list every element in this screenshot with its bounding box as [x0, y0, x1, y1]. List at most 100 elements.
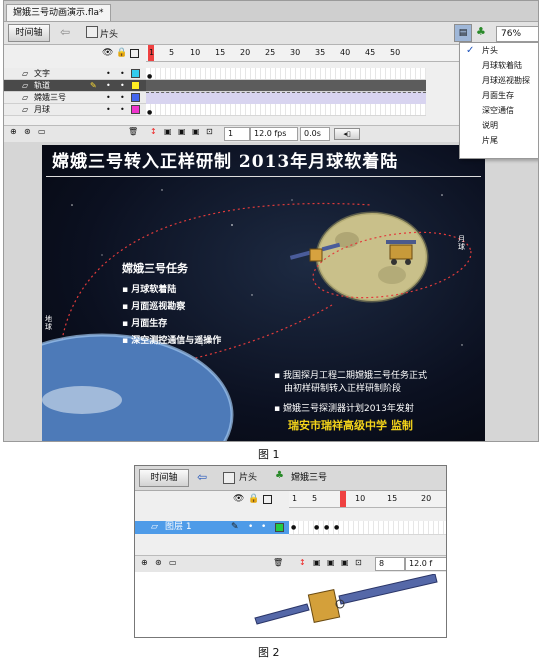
- trash-icon[interactable]: 🗑: [128, 127, 138, 136]
- keyframe-dot[interactable]: ●: [147, 73, 152, 80]
- back-arrow-icon[interactable]: ⇦: [197, 470, 207, 484]
- ruler-number: 45: [365, 48, 376, 57]
- ruler-number: 25: [265, 48, 276, 57]
- layer-row[interactable]: ▱ 嫦娥三号 • •: [4, 92, 146, 104]
- timeline-toggle-button[interactable]: 时间轴: [139, 469, 189, 487]
- checkmark-icon: ✓: [466, 45, 475, 56]
- pencil-icon: ✎: [90, 81, 97, 90]
- layer-name[interactable]: 文字: [34, 68, 50, 79]
- timeline-status-bar: ⊕ ⊛ ▭ 🗑 ↕ ▣ ▣ ▣ ⊡ 8 12.0 f: [135, 555, 446, 572]
- layer-color-swatch[interactable]: [131, 69, 140, 78]
- lock-icon[interactable]: 🔒: [248, 494, 259, 504]
- edit-scene-icon[interactable]: ▤: [454, 24, 472, 42]
- menu-item-scene[interactable]: 月面生存: [460, 88, 538, 103]
- scene-label[interactable]: 片头: [100, 27, 118, 40]
- add-guide-icon[interactable]: ⊛: [155, 558, 162, 567]
- fps-field[interactable]: 12.0 fps: [250, 127, 298, 141]
- trash-icon[interactable]: 🗑: [273, 558, 283, 567]
- ruler-number: 40: [340, 48, 351, 57]
- menu-item-scene[interactable]: 说明: [460, 118, 538, 133]
- current-frame-field: 1: [224, 127, 250, 141]
- layer-row-selected[interactable]: ▱ 图层 1 ✎ • •: [135, 521, 289, 534]
- layer-row[interactable]: ▱ 文字 • •: [4, 68, 146, 80]
- lock-dot[interactable]: •: [120, 80, 125, 91]
- add-layer-icon[interactable]: ⊕: [10, 127, 17, 136]
- modify-markers-icon[interactable]: ⊡: [206, 127, 213, 136]
- layer-row[interactable]: ▱ 月球 • •: [4, 104, 146, 116]
- edit-multiple-frames-icon[interactable]: ▣: [341, 558, 349, 567]
- edit-symbols-icon[interactable]: ♣: [476, 25, 486, 38]
- visibility-dot[interactable]: •: [106, 80, 111, 91]
- scroll-left-icon[interactable]: ◂▯: [334, 128, 360, 140]
- menu-item-scene[interactable]: 片尾: [460, 133, 538, 148]
- eye-icon[interactable]: 👁: [233, 494, 244, 504]
- outline-icon[interactable]: [130, 49, 139, 58]
- layer-color-swatch[interactable]: [131, 81, 140, 90]
- document-tab[interactable]: 嫦娥三号动画演示.fla*: [6, 4, 111, 21]
- zoom-field[interactable]: 76%: [496, 26, 538, 42]
- onion-skin-icon[interactable]: ▣: [313, 558, 321, 567]
- lock-dot[interactable]: •: [120, 92, 125, 103]
- visibility-dot[interactable]: •: [106, 68, 111, 79]
- frame-strip[interactable]: ● ● ● ●: [289, 521, 446, 535]
- keyframe-dot[interactable]: ●: [314, 524, 319, 531]
- back-arrow-icon[interactable]: ⇦: [60, 25, 70, 39]
- layer-color-swatch[interactable]: [275, 523, 284, 532]
- symbol-breadcrumb[interactable]: 嫦娥三号: [291, 470, 327, 486]
- timeline-toggle-button[interactable]: 时间轴: [8, 24, 50, 42]
- menu-item-scene[interactable]: 月球软着陆: [460, 58, 538, 73]
- lock-dot[interactable]: •: [120, 104, 125, 115]
- keyframe-dot[interactable]: ●: [324, 524, 329, 531]
- add-layer-icon[interactable]: ⊕: [141, 558, 148, 567]
- current-frame-field: 8: [375, 557, 405, 571]
- layer-name[interactable]: 轨道: [34, 80, 50, 91]
- fps-field[interactable]: 12.0 f: [405, 557, 446, 571]
- keyframe-dot[interactable]: ●: [334, 524, 339, 531]
- menu-item-scene[interactable]: 深空通信: [460, 103, 538, 118]
- lock-dot[interactable]: •: [261, 521, 266, 534]
- layer-color-swatch[interactable]: [131, 105, 140, 114]
- layer-name[interactable]: 嫦娥三号: [34, 92, 66, 103]
- task-heading: 嫦娥三号任务: [122, 262, 188, 275]
- onion-outline-icon[interactable]: ▣: [178, 127, 186, 136]
- edit-multiple-frames-icon[interactable]: ▣: [192, 127, 200, 136]
- add-folder-icon[interactable]: ▭: [169, 558, 177, 567]
- figure-caption: 图 2: [258, 646, 280, 659]
- moon-crater: [378, 266, 406, 284]
- onion-skin-icon[interactable]: ▣: [164, 127, 172, 136]
- add-guide-icon[interactable]: ⊛: [24, 127, 31, 136]
- keyframe-dot[interactable]: ●: [291, 524, 296, 531]
- layer-name[interactable]: 图层 1: [165, 521, 192, 534]
- frame-strip[interactable]: [146, 68, 426, 80]
- visibility-dot[interactable]: •: [248, 521, 253, 534]
- layer-row-selected[interactable]: ▱ 轨道 ✎ • •: [4, 80, 146, 92]
- onion-outline-icon[interactable]: ▣: [327, 558, 335, 567]
- task-item: ▪ 深空测控通信与遥操作: [122, 336, 222, 346]
- graphic-symbol-icon: ♣: [275, 470, 284, 481]
- center-frame-icon[interactable]: ↕: [299, 558, 306, 567]
- ruler-number: 1: [149, 48, 155, 57]
- visibility-dot[interactable]: •: [106, 104, 111, 115]
- lock-dot[interactable]: •: [120, 68, 125, 79]
- layer-icon: ▱: [151, 522, 158, 532]
- edit-bar: 时间轴 ⇦ 片头 ▤ ♣ 76%: [4, 22, 538, 45]
- playhead[interactable]: [340, 491, 346, 507]
- document-tab-bar: 嫦娥三号动画演示.fla*: [4, 1, 538, 22]
- layer-color-swatch[interactable]: [131, 93, 140, 102]
- ruler-number: 30: [290, 48, 301, 57]
- center-frame-icon[interactable]: ↕: [150, 127, 157, 136]
- layer-name[interactable]: 月球: [34, 104, 50, 115]
- keyframe-dot[interactable]: ●: [147, 109, 152, 116]
- visibility-dot[interactable]: •: [106, 92, 111, 103]
- menu-item-scene[interactable]: 月球巡视勘探: [460, 73, 538, 88]
- modify-markers-icon[interactable]: ⊡: [355, 558, 362, 567]
- eye-icon[interactable]: 👁: [102, 48, 113, 58]
- scene-breadcrumb[interactable]: 片头: [239, 470, 257, 486]
- ruler-number: 20: [240, 48, 251, 57]
- menu-item-scene[interactable]: ✓ 片头: [460, 43, 538, 58]
- frame-strip[interactable]: [146, 104, 426, 116]
- add-folder-icon[interactable]: ▭: [38, 127, 46, 136]
- frame-strip-selected[interactable]: [146, 80, 426, 92]
- frame-ruler[interactable]: 1 5 10 15 20: [289, 491, 446, 508]
- lock-icon[interactable]: 🔒: [116, 48, 127, 58]
